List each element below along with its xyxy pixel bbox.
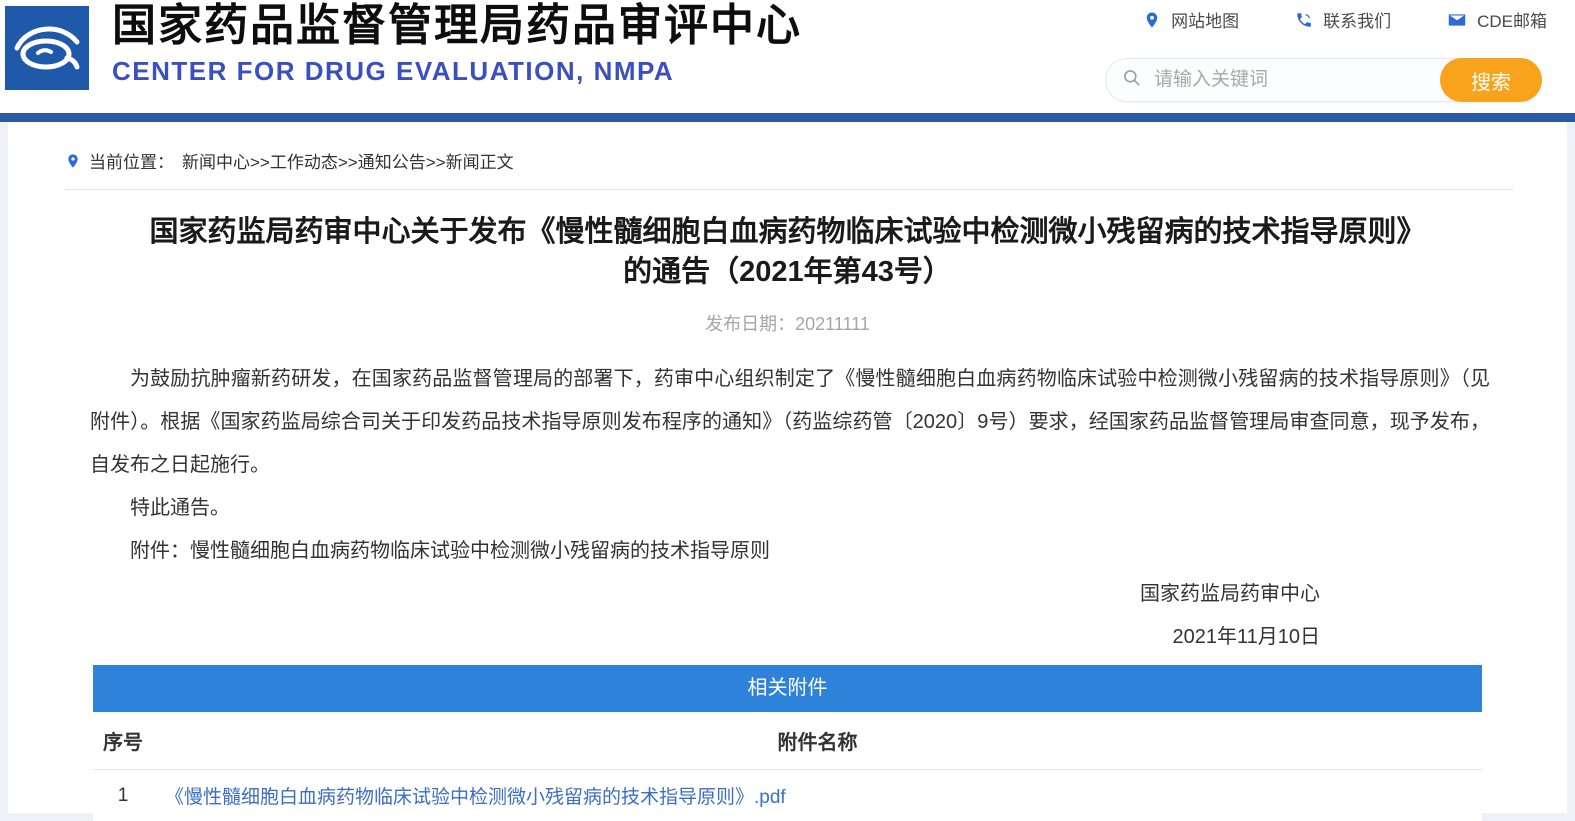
quick-link-label: 联系我们: [1323, 12, 1392, 31]
mail-icon: [1447, 11, 1467, 29]
site-titles: 国家药品监督管理局药品审评中心 CENTER FOR DRUG EVALUATI…: [112, 0, 802, 86]
breadcrumb-path[interactable]: 新闻中心>>工作动态>>通知公告>>新闻正文: [182, 148, 514, 173]
article-body: 为鼓励抗肿瘤新药研发，在国家药品监督管理局的部署下，药审中心组织制定了《慢性髓细…: [90, 358, 1490, 573]
cde-logo[interactable]: [5, 6, 89, 90]
breadcrumb: 当前位置： 新闻中心>>工作动态>>通知公告>>新闻正文: [65, 122, 1567, 173]
quick-link-label: 网站地图: [1171, 12, 1240, 31]
col-name-header: 附件名称: [777, 732, 858, 754]
top-divider-bar: [0, 113, 1575, 122]
content-card: 当前位置： 新闻中心>>工作动态>>通知公告>>新闻正文 国家药监局药审中心关于…: [8, 122, 1567, 821]
article-title-line1: 国家药监局药审中心关于发布《慢性髓细胞白血病药物临床试验中检测微小残留病的技术指…: [149, 216, 1426, 248]
publish-date: 发布日期：20211111: [8, 310, 1567, 336]
search-icon: [1122, 68, 1142, 93]
article-title-line2: 的通告（2021年第43号）: [623, 256, 952, 288]
content-divider: [65, 189, 1513, 190]
quick-link-label: CDE邮箱: [1477, 12, 1547, 31]
attachments-columns-row: 序号 附件名称: [93, 712, 1482, 770]
quick-link-sitemap[interactable]: 网站地图: [1143, 7, 1239, 32]
header-quick-links: 网站地图 联系我们 CDE邮箱: [1143, 7, 1547, 32]
site-header: 国家药品监督管理局药品审评中心 CENTER FOR DRUG EVALUATI…: [0, 0, 1575, 113]
location-pin-icon: [1143, 11, 1161, 29]
breadcrumb-pin-icon: [65, 152, 81, 170]
search-button[interactable]: 搜索: [1440, 58, 1542, 102]
attachments-header: 相关附件: [93, 665, 1482, 712]
phone-icon: [1295, 11, 1313, 29]
col-index-header: 序号: [103, 732, 143, 754]
signature-block: 国家药监局药审中心 2021年11月10日: [8, 573, 1567, 659]
attachment-index: 1: [117, 784, 129, 806]
signature-org: 国家药监局药审中心: [1140, 583, 1320, 605]
attachment-link[interactable]: 《慢性髓细胞白血病药物临床试验中检测微小残留病的技术指导原则》.pdf: [165, 787, 786, 808]
publish-date-value: 20211111: [795, 314, 870, 334]
paragraph: 为鼓励抗肿瘤新药研发，在国家药品监督管理局的部署下，药审中心组织制定了《慢性髓细…: [90, 368, 1490, 476]
publish-date-label: 发布日期：: [705, 314, 796, 334]
attachment-row: 1 《慢性髓细胞白血病药物临床试验中检测微小残留病的技术指导原则》.pdf: [93, 770, 1482, 821]
signature-date: 2021年11月10日: [1172, 626, 1321, 648]
quick-link-contact[interactable]: 联系我们: [1295, 7, 1391, 32]
logo-swirl-icon: [5, 6, 89, 90]
search-input[interactable]: [1152, 68, 1440, 92]
site-title-cn: 国家药品监督管理局药品审评中心: [112, 1, 802, 50]
attachments-table: 相关附件 序号 附件名称 1 《慢性髓细胞白血病药物临床试验中检测微小残留病的技…: [93, 665, 1482, 821]
site-title-en: CENTER FOR DRUG EVALUATION, NMPA: [112, 56, 675, 86]
quick-link-mail[interactable]: CDE邮箱: [1447, 7, 1547, 32]
search-bar: 搜索: [1105, 58, 1542, 102]
paragraph: 特此通告。: [130, 497, 230, 519]
article-title: 国家药监局药审中心关于发布《慢性髓细胞白血病药物临床试验中检测微小残留病的技术指…: [73, 212, 1503, 292]
paragraph: 附件：慢性髓细胞白血病药物临床试验中检测微小残留病的技术指导原则: [130, 540, 770, 562]
breadcrumb-label: 当前位置：: [89, 153, 174, 172]
